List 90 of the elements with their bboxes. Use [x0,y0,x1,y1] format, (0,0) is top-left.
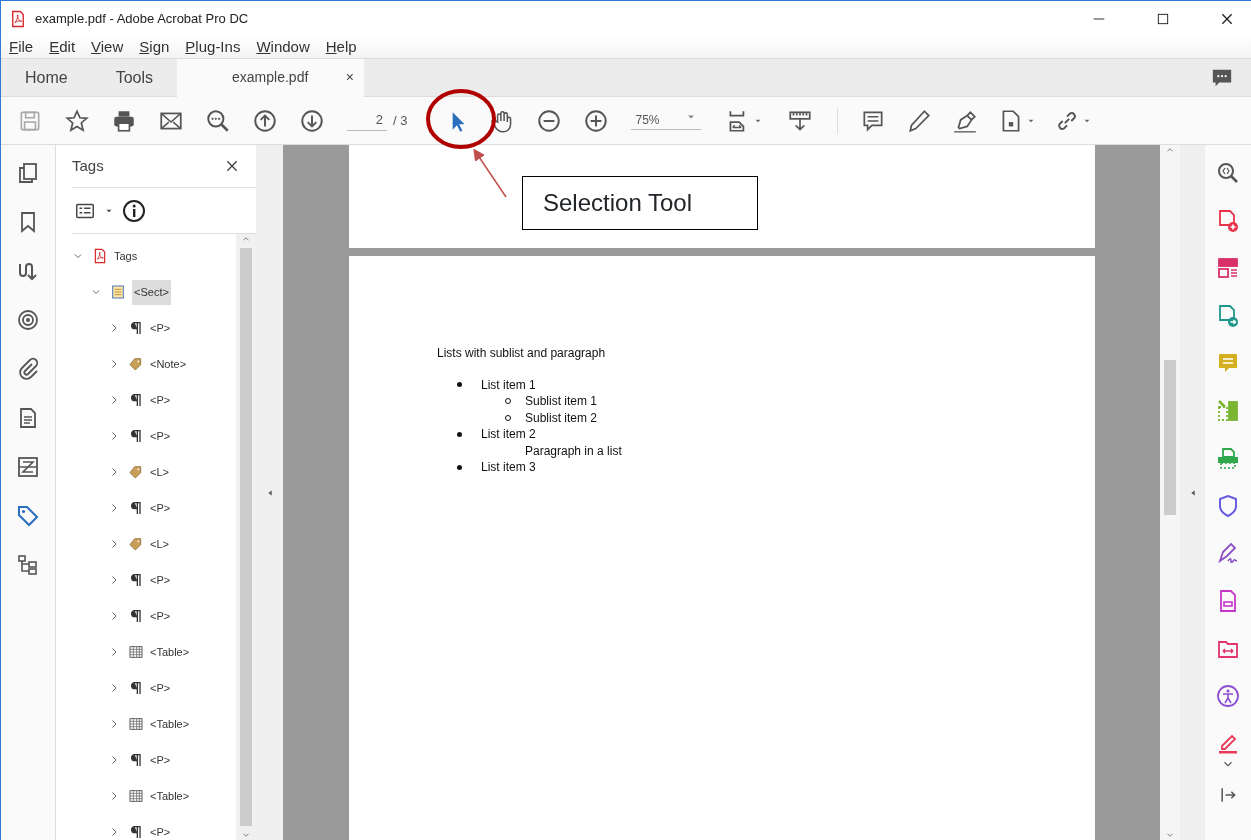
pilcrow-icon [128,428,144,445]
pen-icon[interactable] [906,107,933,134]
tab[interactable]: Tools [91,58,178,97]
leader-arrow [473,148,507,198]
tree-item[interactable]: <Table> [150,716,190,733]
tab[interactable]: example.pdf × [177,58,365,97]
previous-page-icon[interactable] [252,107,278,134]
shield-icon[interactable] [1216,493,1240,518]
panel-title: Tags [72,155,104,176]
table-icon [128,788,144,805]
table-icon [128,716,144,733]
highlight-ellipse [426,89,496,149]
zoom-field[interactable]: 75% [631,111,702,130]
page-total: / 3 [393,111,408,130]
tag-icon [128,356,144,373]
tree-item[interactable]: <P> [150,824,171,840]
tree-item[interactable]: Tags [114,248,138,265]
pilcrow-icon [128,752,144,769]
list-item: List item 1 [481,376,536,393]
menu-item[interactable]: Sign [139,35,170,59]
tree-item[interactable]: <P> [150,500,171,517]
tree-item[interactable]: <L> [150,464,169,481]
tree-item[interactable]: <L> [150,536,169,553]
bullet [457,431,462,437]
callout-label: Selection Tool [522,176,758,230]
pdf-icon [92,248,108,265]
tree-item[interactable]: <Note> [150,356,187,373]
tag-icon[interactable] [16,504,40,528]
tree-item[interactable]: <P> [150,428,171,445]
tree-item[interactable]: <Table> [150,644,190,661]
bullet [457,464,462,470]
zoom-icon[interactable] [1216,161,1240,185]
pilcrow-icon [128,680,144,697]
paperclip-icon[interactable] [16,357,40,381]
menu-item[interactable]: Edit [49,35,76,59]
list-item: List item 3 [481,459,536,476]
list-item: Sublist item 2 [525,409,598,426]
tree-item[interactable]: <P> [150,680,171,697]
scrollbar[interactable] [236,234,256,840]
tag-icon [128,536,144,553]
scanner-icon[interactable] [1216,446,1240,470]
tree-item[interactable]: <P> [150,752,171,769]
scroll-thumb[interactable] [240,248,252,826]
list-paragraph: Paragraph in a list [524,442,622,459]
menu-item[interactable]: File [9,35,34,59]
tree-item[interactable]: <Sect> [132,280,171,305]
star-icon[interactable] [64,107,90,134]
tag-icon [128,464,144,481]
page-number-field[interactable]: 2 [347,110,387,131]
pilcrow-icon [128,500,144,517]
bullet [457,382,462,388]
tree-item[interactable]: <P> [150,608,171,625]
tree-item[interactable]: <P> [150,572,171,589]
pdf-icon [9,9,27,28]
next-page-icon[interactable] [299,107,325,134]
pilcrow-icon [128,824,144,840]
menu-item[interactable]: View [91,35,124,59]
list-item: Sublist item 1 [525,393,598,410]
tree-icon[interactable] [16,553,40,577]
tree-item[interactable]: <P> [150,320,171,337]
signature-icon[interactable] [1216,541,1240,565]
pilcrow-icon [128,320,144,337]
zoom-in-icon[interactable] [583,107,610,134]
layout-icon[interactable] [1216,256,1240,280]
info-icon[interactable] [122,198,146,223]
zoom-out-icon[interactable] [536,107,563,134]
pilcrow-icon [128,572,144,589]
accessibility-icon[interactable] [1216,683,1240,708]
target-icon[interactable] [16,308,40,332]
section-icon [110,284,126,301]
scrollbar[interactable] [1160,145,1180,840]
export-pdf-icon[interactable] [1216,303,1240,328]
tree-item[interactable]: <P> [150,392,171,409]
menu-item[interactable]: Help [325,35,357,59]
menu-item[interactable]: Plug-Ins [185,35,241,59]
pilcrow-icon [128,392,144,409]
window-title: example.pdf - Adobe Acrobat Pro DC [35,9,249,28]
find-icon[interactable] [205,107,231,134]
menu-item[interactable]: Window [256,35,310,59]
close-tab-button[interactable]: × [345,67,355,88]
scroll-thumb[interactable] [1164,360,1176,515]
document-heading: Lists with sublist and paragraph [437,345,607,362]
create-pdf-icon[interactable] [1216,208,1240,233]
form-icon[interactable] [16,455,40,479]
pilcrow-icon [128,608,144,625]
tree-item[interactable]: <Table> [150,788,190,805]
tab[interactable]: Home [1,58,92,97]
pages-icon[interactable] [16,161,40,185]
table-icon [128,644,144,661]
list-item: List item 2 [481,426,536,443]
